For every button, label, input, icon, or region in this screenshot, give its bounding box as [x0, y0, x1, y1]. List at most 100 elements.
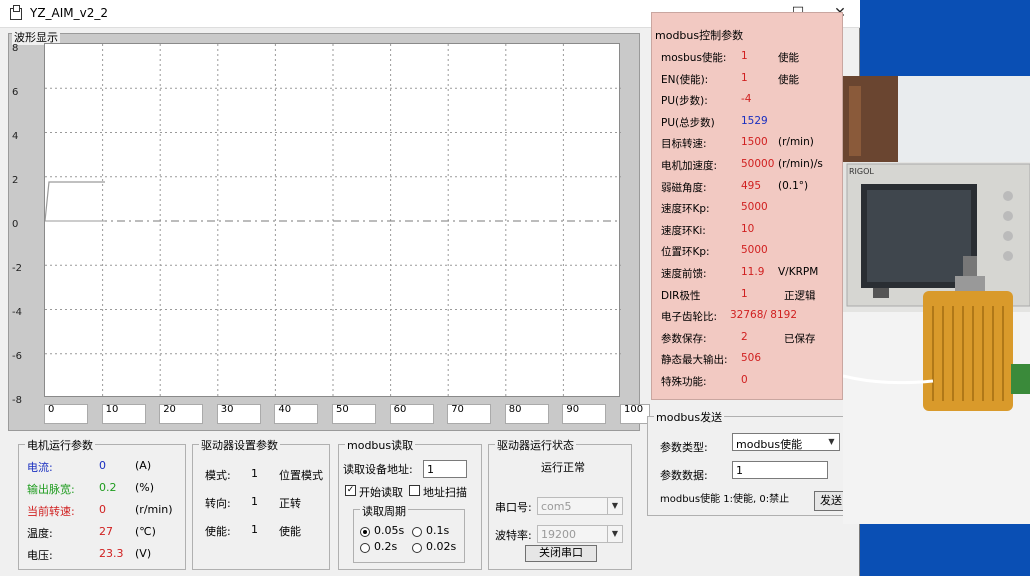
y-tick-label: 6 [12, 87, 19, 98]
y-tick-label: -2 [12, 263, 22, 274]
window-title: YZ_AIM_v2_2 [30, 6, 109, 20]
x-tick-label: 90 [562, 404, 607, 424]
period-label-0-1: 0.1s [426, 524, 450, 537]
modbus-param-extra: 使能 [778, 73, 799, 86]
modbus-param-label: 弱磁角度: [661, 181, 707, 194]
param-data-input[interactable]: 1 [732, 461, 828, 479]
modbus-send-group: modbus发送 参数类型: modbus使能 ▼ 参数数据: 1 modbus使… [647, 409, 848, 516]
read-period-group: 读取周期 0.05s 0.1s 0.2s 0.02s [353, 503, 465, 563]
port-select[interactable]: com5 ▼ [537, 497, 623, 515]
modbus-param-value: 506 [741, 352, 762, 365]
modbus-param-value: 2 [741, 330, 748, 343]
motor-param-value: 27 [99, 525, 113, 538]
motor-param-label: 温度: [27, 527, 53, 540]
param-type-value: modbus使能 [736, 438, 803, 451]
driver-status-text: 运行正常 [541, 461, 585, 474]
camera-scene: RIGOL [843, 76, 1030, 524]
motor-param-label: 当前转速: [27, 505, 75, 518]
modbus-param-extra: 使能 [778, 52, 799, 64]
y-tick-label: 4 [12, 131, 19, 142]
motor-param-unit: (A) [135, 459, 152, 472]
param-type-select[interactable]: modbus使能 ▼ [732, 433, 840, 451]
modbus-param-label: 特殊功能: [661, 376, 707, 388]
driver-setting-value: 1 [251, 495, 258, 508]
baud-value: 19200 [541, 528, 576, 541]
modbus-param-value: 50000 [741, 158, 775, 170]
app-icon [10, 5, 22, 20]
x-tick-label: 10 [101, 404, 146, 424]
close-port-button[interactable]: 关闭串口 [525, 545, 597, 562]
x-tick-label: 20 [159, 404, 204, 424]
period-radio-0-2[interactable] [360, 543, 370, 553]
modbus-param-value: 1 [741, 71, 748, 84]
waveform-grid [44, 44, 621, 398]
y-tick-label: 0 [12, 219, 19, 230]
motor-params-title: 电机运行参数 [25, 437, 95, 453]
chevron-down-icon: ▼ [607, 498, 622, 514]
modbus-param-value: 11.9 [741, 266, 765, 278]
x-tick-label: 80 [504, 404, 549, 424]
modbus-param-extra: V/KRPM [778, 266, 819, 278]
modbus-param-label: 参数保存: [661, 332, 707, 345]
y-tick-label: 8 [12, 43, 19, 54]
x-tick-label: 40 [274, 404, 319, 424]
modbus-param-extra: (r/min)/s [778, 158, 823, 170]
driver-setting-desc: 位置模式 [279, 469, 323, 482]
modbus-param-label: DIR极性 [661, 289, 701, 302]
motor-param-unit: (r/min) [135, 503, 173, 516]
y-tick-label: 2 [12, 175, 19, 186]
address-scan-checkbox[interactable] [409, 485, 420, 496]
period-label-0-02: 0.02s [426, 540, 457, 553]
motor-param-unit: (%) [135, 481, 155, 494]
modbus-param-label: EN(使能): [661, 73, 709, 86]
modbus-param-label: mosbus使能: [661, 52, 727, 64]
param-hint: modbus使能 1:使能, 0:禁止 [660, 494, 790, 505]
read-address-input[interactable]: 1 [423, 460, 467, 478]
waveform-plot [44, 43, 621, 398]
x-tick-label: 0 [44, 404, 88, 424]
waveform-trace-1 [44, 181, 105, 222]
y-tick-label: -6 [12, 351, 22, 362]
modbus-param-label: 静态最大输出: [661, 354, 728, 367]
x-tick-label: 60 [389, 404, 434, 424]
modbus-read-title: modbus读取 [345, 437, 416, 453]
chevron-down-icon: ▼ [828, 437, 835, 446]
modbus-param-value: 1529 [741, 114, 768, 127]
motor-param-value: 0 [99, 503, 106, 516]
motor-param-value: 0.2 [99, 481, 117, 494]
driver-setting-desc: 使能 [279, 525, 301, 538]
motor-param-value: 23.3 [99, 547, 124, 560]
driver-setting-desc: 正转 [279, 497, 301, 510]
driver-settings-group: 驱动器设置参数 模式: 1 位置模式 转向: 1 正转 使能: 1 使能 [192, 437, 330, 570]
modbus-param-value: 10 [741, 222, 755, 235]
modbus-param-value: 5000 [741, 244, 768, 257]
period-radio-0-02[interactable] [412, 543, 422, 553]
camera-video-overlay: RIGOL [843, 76, 1030, 524]
port-value: com5 [541, 500, 572, 513]
driver-setting-value: 1 [251, 467, 258, 480]
app-window: YZ_AIM_v2_2 — ☐ ✕ 波形显示 86420-2-4-6-8 010… [0, 0, 860, 576]
modbus-param-label: 速度环Kp: [661, 203, 710, 216]
driver-setting-label: 使能: [205, 525, 231, 538]
baud-select[interactable]: 19200 ▼ [537, 525, 623, 543]
modbus-param-extra: 正逻辑 [784, 289, 816, 302]
start-read-checkbox[interactable]: ✓ [345, 485, 356, 496]
modbus-param-label: 电机加速度: [661, 160, 718, 172]
period-label-0-2: 0.2s [374, 540, 398, 553]
modbus-params-panel: mosbus使能: 1 使能 EN(使能): 1 使能 PU(步数): -4 PU(总步数) 15… [651, 12, 843, 400]
period-radio-0-1[interactable] [412, 527, 422, 537]
motor-params-group: 电机运行参数 电流: 0 (A) 输出脉宽: 0.2 (%) 当前转速: 0 (r/min) 温度… [18, 437, 186, 570]
baud-label: 波特率: [495, 529, 532, 542]
modbus-param-value: 5000 [741, 201, 768, 214]
driver-setting-label: 模式: [205, 469, 231, 482]
modbus-send-title: modbus发送 [654, 409, 725, 425]
modbus-param-value: 0 [741, 374, 748, 386]
port-label: 串口号: [495, 501, 532, 514]
modbus-param-label: PU(步数): [661, 95, 708, 108]
x-tick-label: 30 [216, 404, 261, 424]
motor-param-unit: (V) [135, 547, 152, 560]
x-tick-label: 50 [332, 404, 376, 424]
period-radio-0-05[interactable] [360, 527, 370, 537]
y-tick-label: -8 [12, 395, 22, 406]
modbus-read-group: modbus读取 读取设备地址: 1 ✓ 开始读取 地址扫描 读取周期 0.05… [338, 437, 482, 570]
